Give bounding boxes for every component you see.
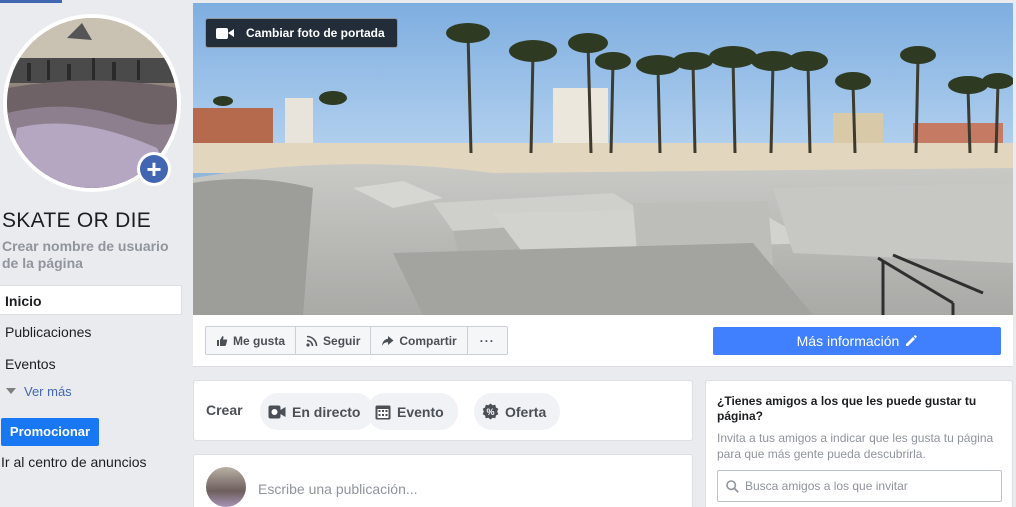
invite-search-input[interactable] — [745, 479, 995, 493]
search-icon — [726, 479, 739, 493]
ads-center-link[interactable]: Ir al centro de anuncios — [1, 454, 147, 470]
live-video-icon — [268, 405, 286, 418]
page-action-bar: Me gusta Seguir Compartir ··· Más inform… — [193, 315, 1013, 367]
composer-placeholder[interactable]: Escribe una publicación... — [258, 481, 418, 497]
create-live-label: En directo — [292, 403, 361, 420]
rss-icon — [306, 335, 318, 347]
share-arrow-icon — [382, 335, 394, 346]
more-info-button[interactable]: Más información — [713, 327, 1001, 355]
cover-photo[interactable]: Cambiar foto de portada — [193, 3, 1013, 315]
ellipsis-icon: ··· — [479, 333, 495, 348]
follow-label: Seguir — [323, 333, 361, 348]
create-event-button[interactable]: Evento — [367, 393, 458, 430]
change-cover-button[interactable]: Cambiar foto de portada — [205, 18, 398, 48]
add-profile-picture-button[interactable]: + — [137, 152, 171, 186]
video-camera-icon — [216, 27, 234, 39]
see-more-label: Ver más — [24, 384, 72, 399]
percent-tag-icon: % — [482, 403, 499, 420]
create-live-button[interactable]: En directo — [260, 393, 375, 430]
calendar-icon — [375, 405, 391, 419]
create-offer-label: Oferta — [505, 403, 547, 420]
change-cover-label: Cambiar foto de portada — [246, 26, 385, 40]
page-title: SKATE OR DIE — [2, 209, 152, 232]
invite-friends-card: ¿Tienes amigos a los que les puede gusta… — [705, 380, 1013, 507]
page-action-buttons: Me gusta Seguir Compartir ··· — [205, 326, 508, 355]
like-button[interactable]: Me gusta — [206, 327, 297, 354]
share-label: Compartir — [399, 333, 457, 348]
plus-icon: + — [140, 155, 168, 183]
thumbs-up-icon — [217, 335, 228, 346]
see-more-link[interactable]: Ver más — [6, 384, 72, 399]
more-options-button[interactable]: ··· — [468, 327, 507, 354]
invite-description: Invita a tus amigos a indicar que les gu… — [717, 431, 994, 461]
share-button[interactable]: Compartir — [371, 327, 468, 354]
composer-avatar — [206, 467, 246, 507]
follow-button[interactable]: Seguir — [296, 327, 372, 354]
sidebar-item-eventos[interactable]: Eventos — [0, 349, 182, 379]
caret-down-icon — [6, 388, 16, 394]
invite-search-box[interactable] — [717, 470, 1002, 502]
create-offer-button[interactable]: % Oferta — [474, 393, 561, 430]
sidebar-item-publicaciones[interactable]: Publicaciones — [0, 317, 182, 347]
promote-button[interactable]: Promocionar — [1, 418, 99, 446]
sidebar-item-inicio[interactable]: Inicio — [0, 285, 182, 315]
composer-card[interactable]: Escribe una publicación... — [193, 454, 693, 507]
create-label: Crear — [206, 402, 243, 418]
svg-text:%: % — [486, 407, 494, 417]
create-event-label: Evento — [397, 403, 444, 420]
create-card: Crear En directo Evento % Oferta — [193, 380, 693, 441]
pencil-icon — [906, 335, 918, 346]
like-label: Me gusta — [233, 333, 286, 348]
create-username-link[interactable]: Crear nombre de usuario de la página — [2, 238, 187, 272]
invite-title: ¿Tienes amigos a los que les puede gusta… — [717, 394, 977, 423]
more-info-label: Más información — [796, 333, 900, 349]
left-sidebar: + SKATE OR DIE Crear nombre de usuario d… — [0, 0, 192, 507]
